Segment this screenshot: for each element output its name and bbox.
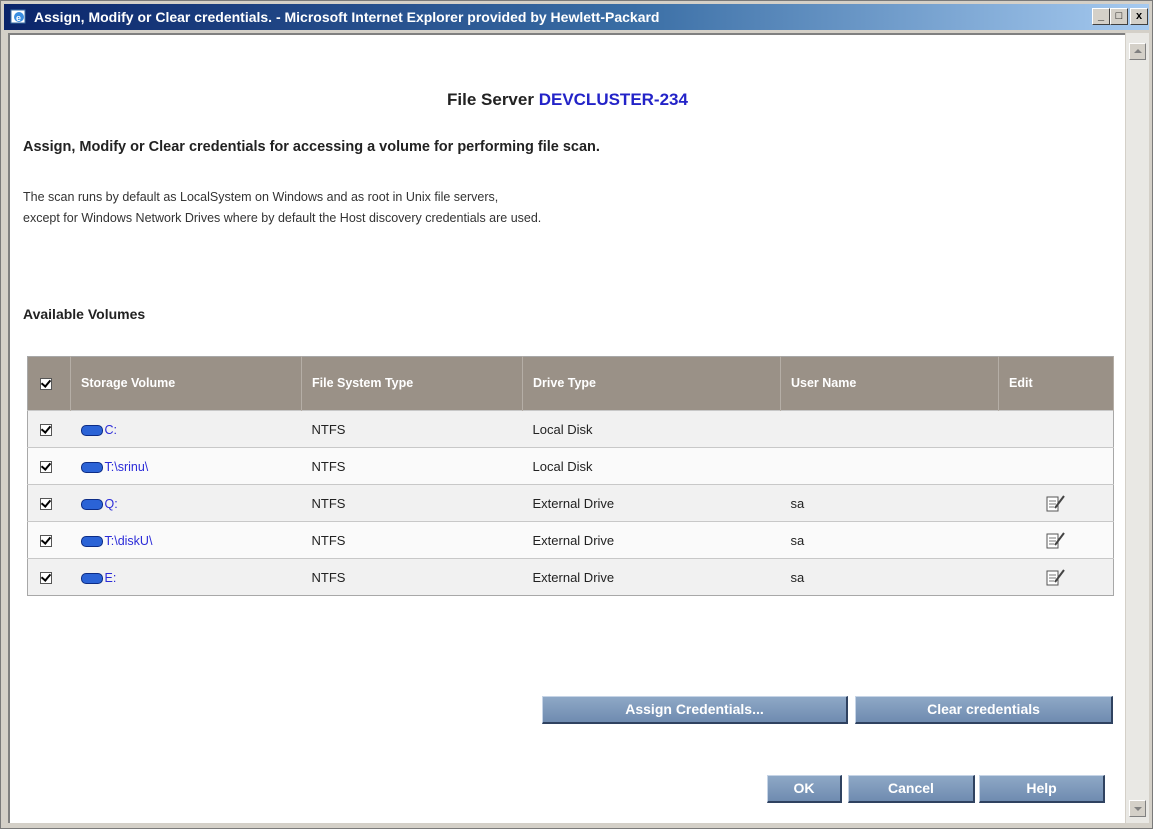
drive-type-cell: External Drive [522, 558, 781, 596]
scroll-up-button[interactable] [1129, 43, 1146, 60]
edit-icon[interactable] [1045, 493, 1067, 513]
cancel-button[interactable]: Cancel [848, 775, 975, 803]
row-checkbox[interactable] [40, 461, 52, 474]
page-title-prefix: File Server [447, 90, 534, 109]
close-icon: x [1135, 10, 1143, 22]
volume-link[interactable]: T:\srinu\ [105, 460, 149, 474]
storage-volume-cell: E: [70, 558, 302, 596]
edit-icon[interactable] [1045, 567, 1067, 587]
volume-link[interactable]: C: [105, 423, 118, 437]
user-name-cell: sa [780, 558, 999, 596]
edit-icon[interactable] [1045, 530, 1067, 550]
drive-icon [80, 572, 103, 584]
user-name-cell [780, 410, 999, 448]
maximize-button[interactable]: □ [1110, 8, 1128, 25]
drive-type-cell: External Drive [522, 484, 781, 522]
edit-cell [998, 558, 1114, 596]
help-button[interactable]: Help [979, 775, 1105, 803]
row-checkbox-cell [27, 447, 71, 485]
assign-credentials-button[interactable]: Assign Credentials... [542, 696, 848, 724]
page-title: File Server DEVCLUSTER-234 [10, 90, 1125, 110]
ok-button[interactable]: OK [767, 775, 842, 803]
fs-type-cell: NTFS [301, 447, 523, 485]
minimize-icon: _ [1097, 10, 1105, 22]
fs-type-cell: NTFS [301, 521, 523, 559]
title-bar[interactable]: e Assign, Modify or Clear credentials. -… [4, 4, 1149, 30]
drive-icon [80, 498, 103, 510]
available-volumes-label: Available Volumes [23, 306, 146, 322]
page-content: File Server DEVCLUSTER-234 Assign, Modif… [8, 33, 1125, 823]
table-row: C: NTFS Local Disk [27, 410, 1114, 448]
fs-type-cell: NTFS [301, 484, 523, 522]
drive-type-cell: External Drive [522, 521, 781, 559]
row-checkbox-cell [27, 521, 71, 559]
maximize-icon: □ [1115, 10, 1123, 22]
table-row: E: NTFS External Drive sa [27, 558, 1114, 596]
storage-volume-cell: Q: [70, 484, 302, 522]
volumes-table: Storage Volume File System Type Drive Ty… [27, 356, 1114, 596]
page-subheading: Assign, Modify or Clear credentials for … [23, 139, 600, 155]
drive-type-cell: Local Disk [522, 447, 781, 485]
fs-type-cell: NTFS [301, 558, 523, 596]
arrow-up-icon [1133, 49, 1142, 53]
row-checkbox[interactable] [40, 572, 52, 585]
minimize-button[interactable]: _ [1092, 8, 1110, 25]
drive-icon [80, 424, 103, 436]
volume-link[interactable]: Q: [105, 497, 118, 511]
col-user-name: User Name [780, 356, 999, 411]
table-row: T:\diskU\ NTFS External Drive sa [27, 521, 1114, 559]
table-header-row: Storage Volume File System Type Drive Ty… [27, 356, 1114, 411]
row-checkbox-cell [27, 558, 71, 596]
window-title: Assign, Modify or Clear credentials. - M… [34, 9, 660, 25]
server-name: DEVCLUSTER-234 [538, 90, 688, 109]
row-checkbox[interactable] [40, 498, 52, 511]
drive-icon [80, 535, 103, 547]
select-all-header [27, 356, 71, 411]
edit-cell [998, 484, 1114, 522]
row-checkbox[interactable] [40, 535, 52, 548]
row-checkbox-cell [27, 484, 71, 522]
info-text-line-2: except for Windows Network Drives where … [23, 211, 542, 225]
edit-cell [998, 521, 1114, 559]
user-name-cell: sa [780, 521, 999, 559]
select-all-checkbox[interactable] [40, 377, 52, 390]
browser-window: e Assign, Modify or Clear credentials. -… [0, 0, 1153, 829]
edit-cell [998, 410, 1114, 448]
table-row: T:\srinu\ NTFS Local Disk [27, 447, 1114, 485]
scroll-down-button[interactable] [1129, 800, 1146, 817]
user-name-cell: sa [780, 484, 999, 522]
storage-volume-cell: T:\diskU\ [70, 521, 302, 559]
row-checkbox-cell [27, 410, 71, 448]
row-checkbox[interactable] [40, 424, 52, 437]
user-name-cell [780, 447, 999, 485]
table-row: Q: NTFS External Drive sa [27, 484, 1114, 522]
storage-volume-cell: T:\srinu\ [70, 447, 302, 485]
svg-text:e: e [16, 13, 21, 23]
drive-type-cell: Local Disk [522, 410, 781, 448]
close-button[interactable]: x [1130, 8, 1148, 25]
fs-type-cell: NTFS [301, 410, 523, 448]
col-edit: Edit [998, 356, 1114, 411]
col-storage-volume: Storage Volume [70, 356, 302, 411]
volume-link[interactable]: E: [105, 571, 117, 585]
clear-credentials-button[interactable]: Clear credentials [855, 696, 1113, 724]
internet-explorer-icon: e [10, 9, 26, 24]
volume-link[interactable]: T:\diskU\ [105, 534, 153, 548]
storage-volume-cell: C: [70, 410, 302, 448]
info-text-line-1: The scan runs by default as LocalSystem … [23, 190, 499, 204]
vertical-scrollbar[interactable] [1125, 33, 1149, 823]
drive-icon [80, 461, 103, 473]
col-file-system-type: File System Type [301, 356, 523, 411]
arrow-down-icon [1133, 807, 1142, 811]
col-drive-type: Drive Type [522, 356, 781, 411]
edit-cell [998, 447, 1114, 485]
